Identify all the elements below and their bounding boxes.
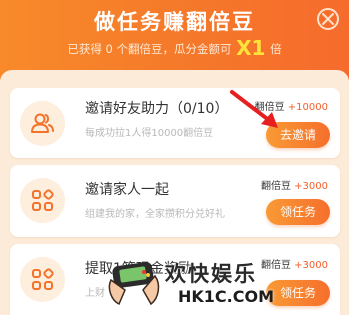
- page-title: 做任务赚翻倍豆: [94, 10, 255, 34]
- task-reward: 翻倍豆 +3000: [261, 177, 328, 192]
- claim-task-button[interactable]: 领任务: [266, 199, 330, 225]
- task-card-invite-friends: 邀请好友助力（0/10） 每成功拉1人得10000翻倍豆 翻倍豆 +10000 …: [10, 88, 340, 158]
- watermark-url: HK1C.COM: [178, 287, 275, 306]
- subtitle-prefix: 已获得 0 个翻倍豆，瓜分金额可: [67, 42, 232, 56]
- task-title: 邀请家人一起: [85, 182, 169, 198]
- close-button[interactable]: [317, 8, 339, 30]
- task-desc: 上财: [85, 288, 105, 299]
- users-icon: [31, 113, 54, 133]
- reward-amount: +10000: [287, 102, 328, 113]
- claim-task-button[interactable]: 领任务: [266, 280, 330, 306]
- task-desc: 组建我的家，全家攒积分兑好礼: [85, 209, 225, 220]
- reward-amount: +3000: [294, 260, 328, 271]
- task-reward: 翻倍豆 +3000: [261, 256, 328, 271]
- red-arrow-annotation: [230, 90, 278, 128]
- header-banner: 做任务赚翻倍豆 已获得 0 个翻倍豆，瓜分金额可 X1 倍: [0, 0, 349, 80]
- grid-icon: [32, 189, 54, 211]
- grid-icon: [32, 268, 54, 290]
- game-controller-icon: [108, 262, 160, 306]
- task-icon-circle: [20, 178, 65, 223]
- task-title: 邀请好友助力（0/10）: [85, 101, 229, 117]
- reward-label: 翻倍豆: [260, 260, 291, 271]
- watermark-text: 欢快娱乐: [165, 262, 257, 286]
- reward-label: 翻倍豆: [260, 181, 291, 192]
- task-icon-circle: [20, 257, 65, 302]
- subtitle-suffix: 倍: [270, 42, 282, 56]
- task-icon-circle: [20, 101, 65, 146]
- subtitle: 已获得 0 个翻倍豆，瓜分金额可 X1 倍: [0, 36, 349, 60]
- task-desc: 每成功拉1人得10000翻倍豆: [85, 128, 214, 139]
- reward-amount: +3000: [294, 181, 328, 192]
- multiplier-value: X1: [236, 36, 266, 60]
- close-icon: [322, 13, 334, 25]
- task-card-invite-family: 邀请家人一起 组建我的家，全家攒积分兑好礼 翻倍豆 +3000 领任务: [10, 165, 340, 237]
